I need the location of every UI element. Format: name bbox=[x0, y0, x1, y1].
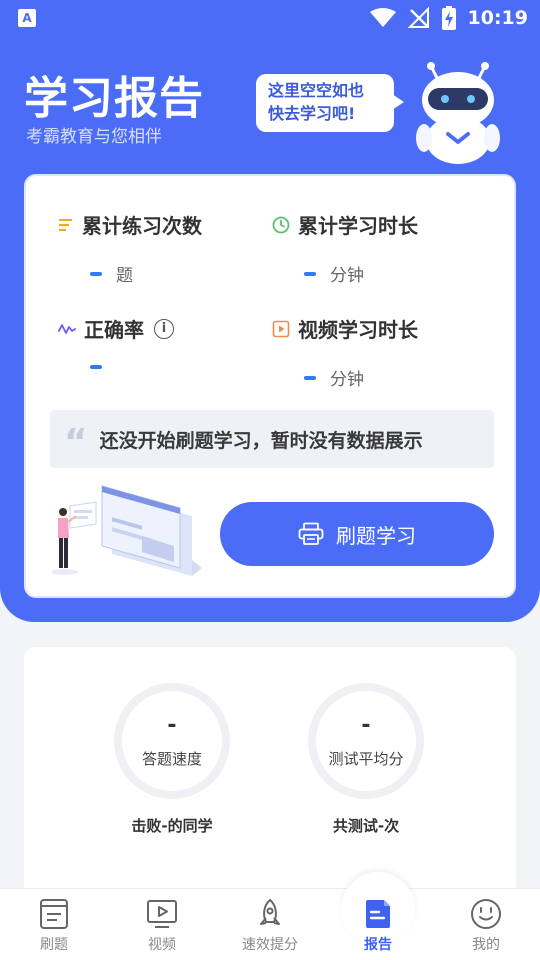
list-icon bbox=[59, 218, 72, 231]
average-score-ring: - 测试平均分 bbox=[308, 683, 424, 799]
stat-accuracy: 正确率 i bbox=[58, 314, 174, 369]
answer-speed-label: 答题速度 bbox=[141, 750, 202, 768]
tv-icon bbox=[147, 900, 177, 928]
app-notification-icon: A bbox=[18, 9, 36, 27]
speech-bubble: 这里空空如也 快去学习吧! bbox=[256, 74, 404, 132]
clock-icon bbox=[272, 216, 290, 233]
status-bar: A 10:19 bbox=[0, 0, 540, 36]
stat-value-placeholder bbox=[90, 365, 102, 369]
study-illustration-icon bbox=[52, 485, 202, 576]
empty-notice: “ 还没开始刷题学习，暂时没有数据展示 bbox=[50, 410, 494, 468]
stat-label: 视频学习时长 bbox=[298, 318, 418, 342]
stat-label: 正确率 bbox=[84, 318, 144, 342]
smiley-icon bbox=[471, 899, 501, 929]
tab-label: 我的 bbox=[472, 937, 500, 953]
battery-charging-icon bbox=[441, 6, 456, 30]
tab-practice[interactable]: 刷题 bbox=[0, 888, 108, 960]
page-subtitle: 考霸教育与您相伴 bbox=[26, 127, 162, 147]
robot-mascot-icon bbox=[416, 62, 500, 164]
tab-quick-boost[interactable]: 速效提分 bbox=[216, 888, 324, 960]
tab-video[interactable]: 视频 bbox=[108, 888, 216, 960]
tab-label: 刷题 bbox=[40, 937, 68, 953]
tab-label: 报告 bbox=[364, 937, 392, 953]
stat-label: 累计练习次数 bbox=[82, 214, 202, 238]
info-icon[interactable]: i bbox=[154, 318, 174, 339]
answer-speed-value: - bbox=[167, 713, 177, 738]
no-signal-icon bbox=[407, 7, 429, 28]
stats-card: 累计练习次数 题 累计学习时长 分钟 正确率 i 视频学习时长 分钟 “ 还没开… bbox=[24, 174, 516, 598]
stat-study-time: 累计学习时长 分钟 bbox=[272, 210, 418, 286]
tab-report[interactable]: 报告 bbox=[324, 888, 432, 960]
book-icon bbox=[40, 899, 68, 929]
page-title: 学习报告 bbox=[24, 73, 204, 124]
answer-speed-footer: 击败-的同学 bbox=[131, 817, 213, 835]
rocket-icon bbox=[260, 898, 280, 925]
stat-video-time: 视频学习时长 分钟 bbox=[272, 314, 418, 390]
average-score-label: 测试平均分 bbox=[328, 750, 404, 768]
stat-value-placeholder bbox=[304, 375, 316, 380]
stat-practice-count: 累计练习次数 题 bbox=[58, 210, 202, 286]
status-time: 10:19 bbox=[467, 7, 528, 29]
video-icon bbox=[272, 320, 290, 337]
stat-value-placeholder bbox=[90, 271, 102, 276]
tab-label: 视频 bbox=[148, 937, 176, 953]
practice-study-button[interactable]: 刷题学习 bbox=[220, 502, 494, 566]
report-icon bbox=[366, 900, 390, 928]
pulse-icon bbox=[58, 323, 76, 334]
practice-study-button-label: 刷题学习 bbox=[336, 523, 416, 548]
stat-label: 累计学习时长 bbox=[298, 214, 418, 238]
answer-speed-ring: - 答题速度 bbox=[114, 683, 230, 799]
summary-card: - 答题速度 击败-的同学 - 测试平均分 共测试-次 bbox=[24, 647, 516, 907]
stat-unit: 分钟 bbox=[330, 370, 364, 390]
status-icons: 10:19 bbox=[369, 6, 528, 30]
wifi-icon bbox=[369, 8, 396, 27]
tab-mine[interactable]: 我的 bbox=[432, 888, 540, 960]
tab-label: 速效提分 bbox=[242, 937, 298, 953]
quote-icon: “ bbox=[64, 422, 88, 463]
stat-value-placeholder bbox=[304, 271, 316, 276]
bubble-line-1: 这里空空如也 bbox=[268, 81, 365, 100]
bubble-line-2: 快去学习吧! bbox=[268, 104, 356, 123]
stat-unit: 题 bbox=[116, 266, 133, 286]
stat-unit: 分钟 bbox=[330, 266, 364, 286]
printer-icon bbox=[298, 522, 324, 545]
average-score-footer: 共测试-次 bbox=[332, 817, 400, 835]
average-score-value: - bbox=[361, 713, 371, 738]
notice-text: 还没开始刷题学习，暂时没有数据展示 bbox=[99, 429, 423, 452]
